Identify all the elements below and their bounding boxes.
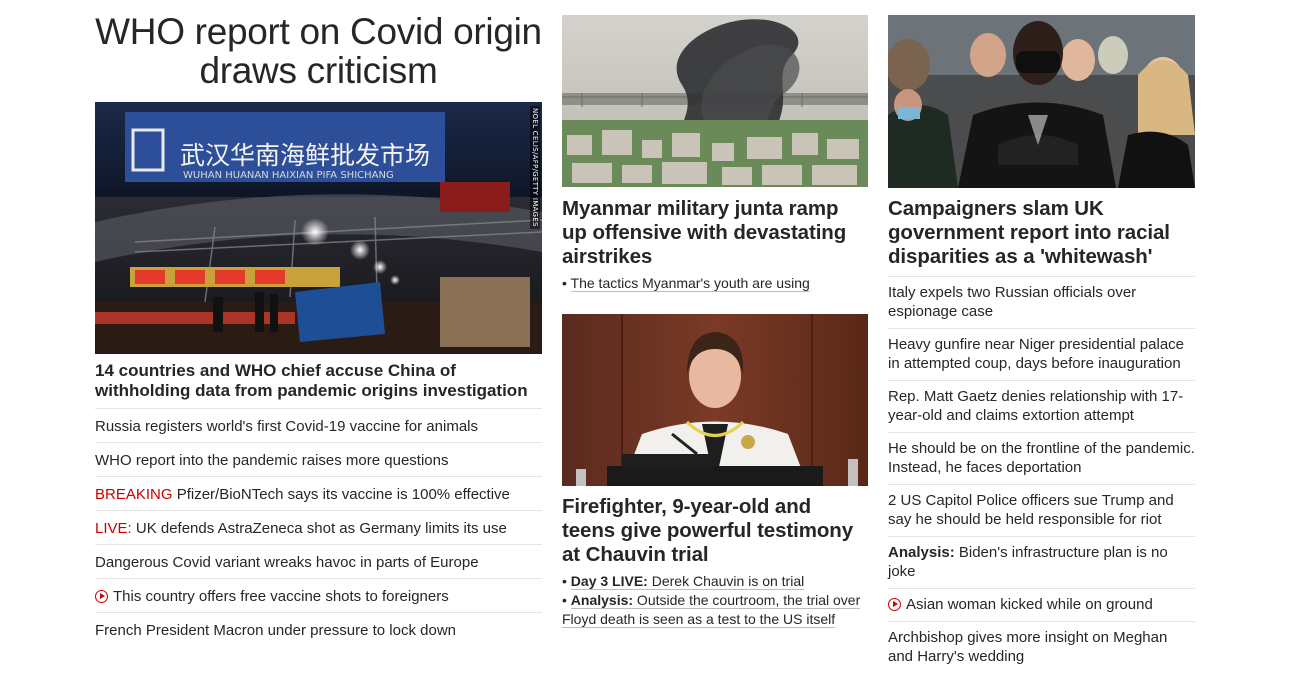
image-credit: NOEL CELIS/AFP/GETTY IMAGES [530, 106, 540, 229]
list-item[interactable]: Heavy gunfire near Niger presidential pa… [888, 328, 1195, 380]
live-tag: LIVE: [95, 520, 132, 537]
chauvin-headline[interactable]: Firefighter, 9-year-old and teens give p… [562, 495, 868, 567]
myanmar-headline[interactable]: Myanmar military junta ramp up offensive… [562, 197, 868, 269]
list-item-text: Russia registers world's first Covid-19 … [95, 418, 478, 435]
list-item-text: Dangerous Covid variant wreaks havoc in … [95, 554, 479, 571]
list-item-text: French President Macron under pressure t… [95, 622, 457, 639]
sign-chinese: 武汉华南海鲜批发市场 [180, 141, 430, 170]
middle-column: Myanmar military junta ramp up offensive… [562, 0, 868, 629]
chauvin-sub-1[interactable]: • Day 3 LIVE: Derek Chauvin is on trial [562, 572, 868, 591]
protesters-photo [888, 15, 1195, 188]
list-item[interactable]: Russia registers world's first Covid-19 … [95, 408, 542, 442]
list-item-text: He should be on the frontline of the pan… [888, 440, 1195, 476]
chauvin-sub-2[interactable]: • Analysis: Outside the courtroom, the t… [562, 591, 868, 629]
list-item[interactable]: French President Macron under pressure t… [95, 612, 542, 646]
lead-headline[interactable]: 14 countries and WHO chief accuse China … [95, 361, 542, 401]
sign-english: WUHAN HUANAN HAIXIAN PIFA SHICHANG [183, 170, 394, 181]
list-item[interactable]: LIVE: UK defends AstraZeneca shot as Ger… [95, 510, 542, 544]
section-title[interactable]: WHO report on Covid origin draws critici… [95, 12, 542, 90]
play-icon [95, 590, 108, 603]
list-item-text: This country offers free vaccine shots t… [113, 588, 449, 605]
right-headline-list: Italy expels two Russian officials over … [888, 276, 1195, 673]
chauvin-trial-image[interactable] [562, 314, 868, 486]
sub-label: Day 3 LIVE: [570, 573, 648, 589]
firefighter-testimony-photo [562, 314, 868, 486]
list-item[interactable]: He should be on the frontline of the pan… [888, 432, 1195, 484]
breaking-tag: BREAKING [95, 486, 173, 503]
list-item[interactable]: Italy expels two Russian officials over … [888, 276, 1195, 328]
sub-text: Derek Chauvin is on trial [647, 573, 805, 589]
list-item-text: WHO report into the pandemic raises more… [95, 452, 449, 469]
list-item[interactable]: 2 US Capitol Police officers sue Trump a… [888, 484, 1195, 536]
list-item-text: Rep. Matt Gaetz denies relationship with… [888, 388, 1184, 424]
wuhan-market-photo: 武汉华南海鲜批发市场 WUHAN HUANAN HAIXIAN PIFA SHI… [95, 102, 542, 354]
sub-label: Analysis: [570, 592, 634, 608]
list-item-text: Italy expels two Russian officials over … [888, 284, 1137, 320]
list-item-text: UK defends AstraZeneca shot as Germany l… [131, 520, 507, 537]
play-icon [888, 598, 901, 611]
list-item[interactable]: This country offers free vaccine shots t… [95, 578, 542, 612]
list-item[interactable]: WHO report into the pandemic raises more… [95, 442, 542, 476]
left-column: WHO report on Covid origin draws critici… [95, 0, 542, 646]
myanmar-image[interactable] [562, 15, 868, 187]
sub-link-text: The tactics Myanmar's youth are using [570, 275, 810, 292]
analysis-label: Analysis: [888, 544, 955, 561]
list-item-text: Pfizer/BioNTech says its vaccine is 100%… [172, 486, 510, 503]
list-item[interactable]: Dangerous Covid variant wreaks havoc in … [95, 544, 542, 578]
list-item-text: Archbishop gives more insight on Meghan … [888, 629, 1168, 665]
list-item-text: Heavy gunfire near Niger presidential pa… [888, 336, 1185, 372]
list-item[interactable]: Archbishop gives more insight on Meghan … [888, 621, 1195, 673]
list-item-text: 2 US Capitol Police officers sue Trump a… [888, 492, 1174, 528]
right-column: Campaigners slam UK government report in… [888, 0, 1195, 673]
chauvin-subheadlines: • Day 3 LIVE: Derek Chauvin is on trial … [562, 572, 868, 629]
list-item-text: Asian woman kicked while on ground [906, 596, 1153, 613]
list-item[interactable]: Analysis: Biden's infrastructure plan is… [888, 536, 1195, 588]
bullet: • [562, 592, 571, 608]
list-item[interactable]: Rep. Matt Gaetz denies relationship with… [888, 380, 1195, 432]
bullet: • [562, 275, 571, 291]
myanmar-smoke-photo [562, 15, 868, 187]
uk-report-headline[interactable]: Campaigners slam UK government report in… [888, 197, 1195, 269]
left-headline-list: Russia registers world's first Covid-19 … [95, 408, 542, 646]
myanmar-subheadline[interactable]: • The tactics Myanmar's youth are using [562, 274, 868, 293]
bullet: • [562, 573, 571, 589]
list-item[interactable]: BREAKING Pfizer/BioNTech says its vaccin… [95, 476, 542, 510]
uk-protest-image[interactable] [888, 15, 1195, 188]
wuhan-market-image[interactable]: 武汉华南海鲜批发市场 WUHAN HUANAN HAIXIAN PIFA SHI… [95, 102, 542, 354]
list-item[interactable]: Asian woman kicked while on ground [888, 588, 1195, 621]
